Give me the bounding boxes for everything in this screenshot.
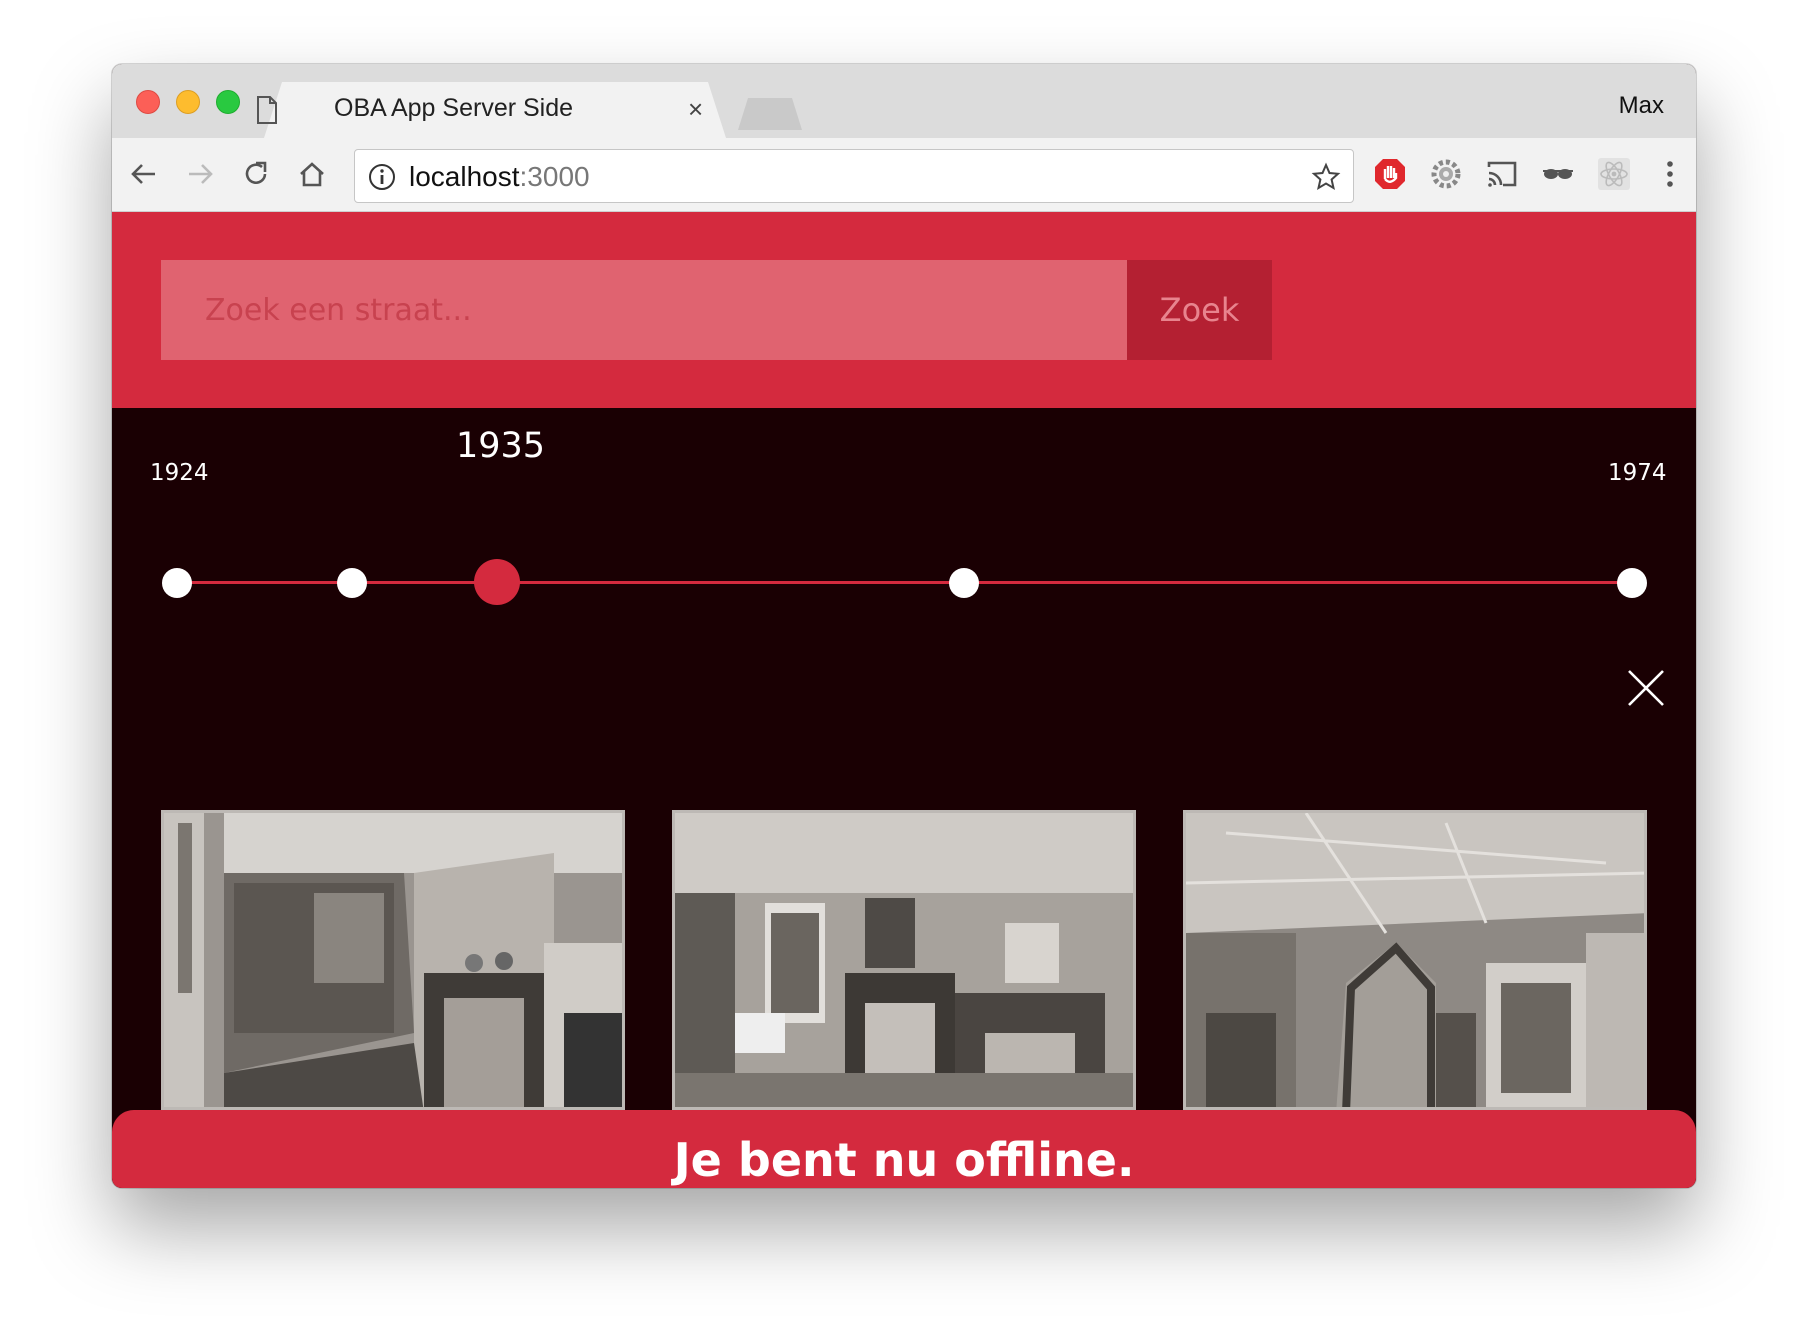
url-text: localhost:3000 xyxy=(409,161,590,193)
page-content: Zoek 1924 1935 1974 xyxy=(112,212,1696,1188)
timeline-end-year: 1974 xyxy=(1608,460,1667,486)
reload-icon[interactable] xyxy=(238,156,274,192)
url-port: :3000 xyxy=(519,161,590,192)
profile-name[interactable]: Max xyxy=(1619,92,1664,120)
react-devtools-icon[interactable] xyxy=(1596,156,1632,192)
title-bar: OBA App Server Side × Max xyxy=(112,64,1696,138)
close-window-button[interactable] xyxy=(136,90,160,114)
browser-window: OBA App Server Side × Max localhost:3000 xyxy=(112,64,1696,1188)
url-host: localhost xyxy=(409,161,520,192)
timeline-point-5[interactable] xyxy=(1617,568,1647,598)
new-tab-button[interactable] xyxy=(738,98,802,130)
bookmark-star-icon[interactable] xyxy=(1311,162,1341,192)
back-arrow-icon[interactable] xyxy=(126,156,162,192)
menu-dots-icon[interactable] xyxy=(1652,156,1688,192)
street-search-input[interactable] xyxy=(161,260,1127,360)
page-icon xyxy=(257,96,277,124)
offline-banner: Je bent nu offline. xyxy=(112,1110,1696,1188)
photo-interior-3[interactable] xyxy=(1183,810,1647,1110)
timeline-start-year: 1924 xyxy=(150,460,209,486)
settings-gear-icon[interactable] xyxy=(1428,156,1464,192)
tab-title: OBA App Server Side xyxy=(334,94,574,122)
adblock-icon[interactable] xyxy=(1372,156,1408,192)
offline-message: Je bent nu offline. xyxy=(673,1133,1135,1187)
photo-interior-1[interactable] xyxy=(161,810,625,1110)
photo-interior-2[interactable] xyxy=(672,810,1136,1110)
address-bar[interactable]: localhost:3000 xyxy=(354,149,1354,203)
home-icon[interactable] xyxy=(294,156,330,192)
tab-close-icon[interactable]: × xyxy=(688,94,703,125)
minimize-window-button[interactable] xyxy=(176,90,200,114)
glasses-icon[interactable] xyxy=(1540,156,1576,192)
timeline-point-1[interactable] xyxy=(162,568,192,598)
cast-icon[interactable] xyxy=(1484,156,1520,192)
timeline-point-2[interactable] xyxy=(337,568,367,598)
close-icon[interactable] xyxy=(1626,668,1666,708)
forward-arrow-icon[interactable] xyxy=(182,156,218,192)
search-button[interactable]: Zoek xyxy=(1127,260,1272,360)
search-header: Zoek xyxy=(112,212,1696,408)
info-icon[interactable] xyxy=(367,162,397,192)
timeline-point-selected[interactable] xyxy=(474,559,520,605)
timeline-point-4[interactable] xyxy=(949,568,979,598)
timeline-selected-year: 1935 xyxy=(456,426,546,466)
zoom-window-button[interactable] xyxy=(216,90,240,114)
timeline-track[interactable] xyxy=(177,581,1637,584)
browser-toolbar: localhost:3000 xyxy=(112,138,1696,212)
